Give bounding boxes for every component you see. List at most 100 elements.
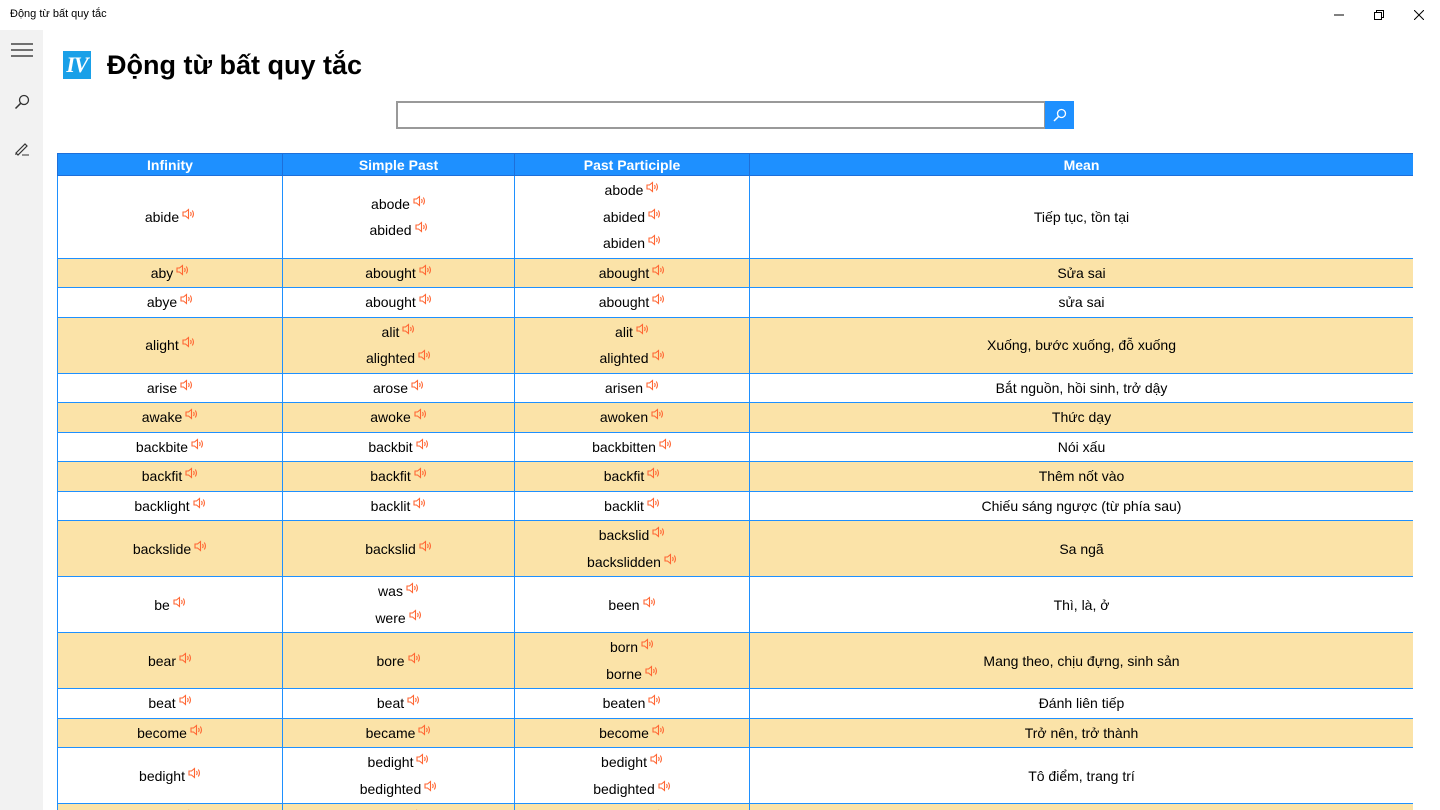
- speaker-icon[interactable]: [641, 638, 654, 650]
- table-row[interactable]: abide abode abided abode abided abiden Tiếp tụ…: [57, 175, 1413, 259]
- speaker-icon[interactable]: [416, 753, 429, 765]
- speaker-icon[interactable]: [648, 694, 661, 706]
- speaker-icon[interactable]: [648, 208, 661, 220]
- table-row[interactable]: befallbefellbefallenXảy đến, xảy ra: [57, 803, 1413, 810]
- speaker-icon[interactable]: [659, 438, 672, 450]
- table-row[interactable]: aby abought abought Sửa sai: [57, 257, 1413, 288]
- verb-table-container[interactable]: Infinity Simple Past Past Participle Mea…: [57, 153, 1413, 810]
- speaker-icon[interactable]: [651, 349, 665, 361]
- speaker-icon[interactable]: [424, 780, 437, 792]
- speaker-icon[interactable]: [194, 539, 207, 552]
- search-icon: [14, 94, 29, 110]
- speaker-icon[interactable]: [406, 582, 419, 594]
- speaker-icon[interactable]: [646, 181, 659, 193]
- speaker-icon[interactable]: [652, 526, 665, 538]
- simple-past-cell: backbit: [282, 431, 515, 462]
- speaker-icon[interactable]: [180, 293, 193, 305]
- column-header-mean[interactable]: Mean: [749, 153, 1413, 176]
- speaker-icon[interactable]: [179, 694, 192, 706]
- speaker-icon[interactable]: [409, 609, 422, 621]
- speaker-icon[interactable]: [191, 438, 204, 450]
- table-row[interactable]: bedight bedight bedighted bedight bedighted T…: [57, 747, 1413, 804]
- speaker-icon[interactable]: [645, 665, 658, 677]
- past-participle-cell: backbitten: [514, 431, 750, 462]
- speaker-icon[interactable]: [647, 497, 660, 509]
- page-title: Động từ bất quy tắc: [107, 50, 363, 80]
- column-header-simple-past[interactable]: Simple Past: [282, 153, 515, 176]
- speaker-icon[interactable]: [652, 264, 665, 276]
- speaker-icon[interactable]: [413, 497, 426, 509]
- verb-form-text: abode: [604, 182, 644, 199]
- speaker-icon[interactable]: [652, 293, 665, 305]
- speaker-icon[interactable]: [182, 336, 195, 348]
- table-row[interactable]: abye abought abought sửa sai: [57, 287, 1413, 318]
- speaker-icon[interactable]: [193, 497, 206, 509]
- past-participle-cell: bedight bedighted: [514, 747, 750, 804]
- speaker-icon[interactable]: [664, 553, 677, 565]
- column-header-infinity[interactable]: Infinity: [57, 153, 283, 176]
- simple-past-cell: arose: [282, 372, 515, 403]
- speaker-icon[interactable]: [648, 234, 661, 246]
- table-row[interactable]: arise arose arisen Bắt nguồn, hồi sinh, trở…: [57, 372, 1413, 403]
- speaker-icon[interactable]: [190, 724, 203, 736]
- speaker-icon[interactable]: [188, 766, 201, 779]
- hamburger-menu-button[interactable]: [0, 30, 43, 70]
- table-row[interactable]: backslide backslid backslid backslidden Sa n…: [57, 520, 1413, 577]
- verb-form-text: beat: [148, 695, 176, 712]
- speaker-icon[interactable]: [646, 379, 659, 391]
- speaker-icon[interactable]: [185, 408, 198, 420]
- verb-form-text: bedighted: [593, 780, 655, 797]
- speaker-icon[interactable]: [180, 379, 193, 391]
- speaker-icon[interactable]: [402, 323, 415, 335]
- speaker-icon[interactable]: [185, 467, 198, 479]
- speaker-icon[interactable]: [416, 438, 429, 450]
- table-row[interactable]: awake awoke awoken Thức dạy: [57, 402, 1413, 433]
- speaker-icon[interactable]: [179, 651, 192, 664]
- speaker-icon[interactable]: [407, 694, 420, 706]
- close-button[interactable]: [1396, 0, 1440, 30]
- speaker-icon[interactable]: [418, 349, 431, 361]
- past-participle-cell: backlit: [514, 490, 750, 521]
- speaker-icon[interactable]: [643, 595, 656, 608]
- infinity-cell: befall: [57, 803, 283, 810]
- table-row[interactable]: beat beat beaten Đánh liên tiếp: [57, 688, 1413, 719]
- search-input[interactable]: [398, 103, 1044, 127]
- speaker-icon[interactable]: [173, 595, 186, 608]
- table-row[interactable]: become became become Trở nên, trở thành: [57, 717, 1413, 748]
- speaker-icon[interactable]: [413, 194, 426, 207]
- speaker-icon[interactable]: [411, 379, 424, 391]
- table-row[interactable]: bear bore born borne Mang theo, chịu đựng, s…: [57, 632, 1413, 689]
- table-row[interactable]: backbite backbit backbitten Nói xấu: [57, 431, 1413, 462]
- nav-edit-button[interactable]: [0, 128, 43, 168]
- table-row[interactable]: alight alit alighted alit alighted Xuống, bướ…: [57, 316, 1413, 374]
- speaker-icon[interactable]: [650, 753, 663, 765]
- speaker-icon[interactable]: [414, 408, 427, 420]
- simple-past-cell: bore: [282, 632, 515, 689]
- speaker-icon[interactable]: [182, 208, 195, 220]
- speaker-icon[interactable]: [414, 467, 427, 479]
- search-button[interactable]: [1045, 101, 1074, 129]
- speaker-icon[interactable]: [636, 323, 649, 335]
- speaker-icon[interactable]: [418, 724, 431, 736]
- speaker-icon[interactable]: [658, 780, 671, 792]
- speaker-icon[interactable]: [652, 724, 665, 736]
- verb-form: backbit: [283, 434, 514, 461]
- nav-search-button[interactable]: [0, 82, 43, 122]
- speaker-icon[interactable]: [176, 264, 189, 276]
- verb-form: awake: [58, 404, 282, 431]
- verb-form-text: alighted: [365, 350, 416, 367]
- speaker-icon[interactable]: [651, 408, 664, 420]
- verb-form-text: been: [608, 596, 640, 613]
- speaker-icon[interactable]: [414, 221, 428, 233]
- speaker-icon[interactable]: [419, 264, 432, 276]
- table-row[interactable]: backlight backlit backlit Chiếu sáng ngược …: [57, 490, 1413, 521]
- table-row[interactable]: backfit backfit backfit Thêm nốt vào: [57, 461, 1413, 492]
- speaker-icon[interactable]: [419, 293, 432, 305]
- speaker-icon[interactable]: [407, 651, 421, 664]
- table-row[interactable]: be was were been Thì, là, ở: [57, 576, 1413, 633]
- verb-form: abided: [515, 204, 749, 231]
- speaker-icon[interactable]: [647, 467, 660, 479]
- infinity-cell: bedight: [57, 747, 283, 804]
- speaker-icon[interactable]: [419, 539, 432, 552]
- column-header-past-participle[interactable]: Past Participle: [514, 153, 750, 176]
